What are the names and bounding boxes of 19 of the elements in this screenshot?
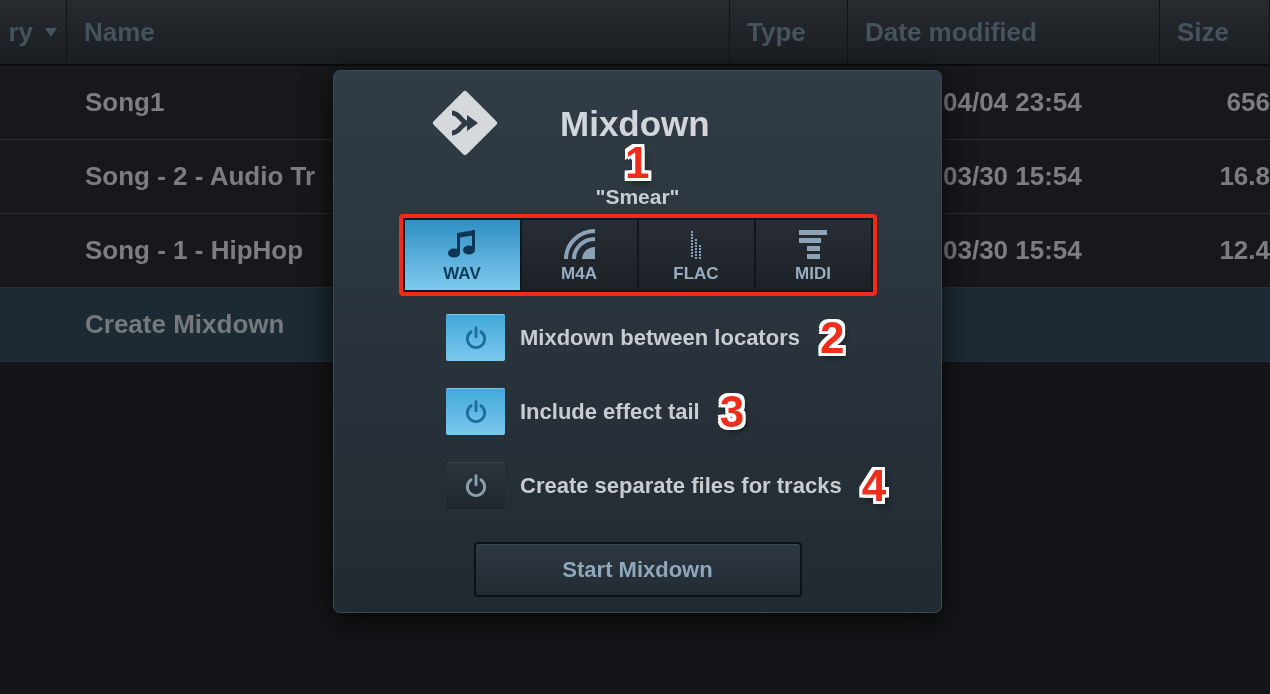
option-label: Include effect tail <box>520 398 700 426</box>
file-size: 656 <box>1226 86 1270 119</box>
file-name: Create Mixdown <box>85 308 285 341</box>
date-modified: 03/30 15:54 <box>943 234 1082 267</box>
date-modified: 03/30 15:54 <box>943 160 1082 193</box>
file-size: 16.8 <box>1219 160 1270 193</box>
song-name: "Smear" <box>595 185 680 209</box>
callout-number: 3 <box>719 389 745 434</box>
dialog-title: Mixdown <box>560 105 710 141</box>
option-label: Create separate files for tracks <box>520 472 842 500</box>
file-name: Song - 2 - Audio Tr <box>85 160 316 193</box>
callout-number: 4 <box>861 463 887 508</box>
callout-number: 2 <box>819 315 845 360</box>
callout-number: 1 <box>625 141 650 185</box>
date-modified: 04/04 23:54 <box>943 86 1082 119</box>
file-name: Song1 <box>85 86 165 119</box>
file-name: Song - 1 - HipHop <box>85 234 304 267</box>
option-label: Mixdown between locators <box>520 324 800 352</box>
file-size: 12.4 <box>1219 234 1270 267</box>
